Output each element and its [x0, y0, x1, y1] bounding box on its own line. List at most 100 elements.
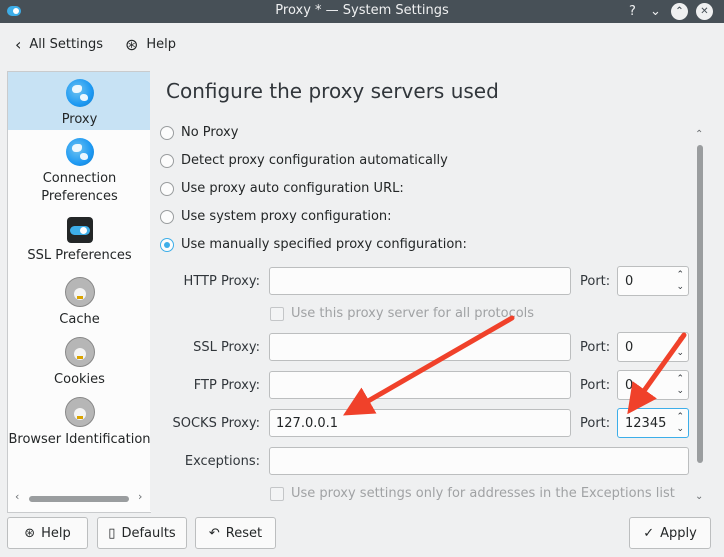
spin-arrows-icon[interactable]: ⌃ ⌄ — [676, 411, 684, 435]
ssl-port-spinbox[interactable]: 0 ⌃ ⌄ — [617, 332, 689, 362]
spin-arrows-icon[interactable]: ⌃ ⌄ — [676, 335, 684, 359]
radio-button[interactable] — [160, 125, 174, 140]
globe-icon — [65, 138, 94, 166]
maximize-icon[interactable]: ⌃ — [671, 3, 688, 20]
scroll-right-icon[interactable]: › — [138, 490, 142, 503]
sidebar-item-cache[interactable]: Cache — [8, 277, 151, 327]
radio-button[interactable] — [160, 181, 174, 196]
main-content: Configure the proxy servers used No Prox… — [150, 71, 716, 511]
radio-button[interactable] — [160, 153, 174, 168]
sidebar-item-browser-identification[interactable]: Browser Identification — [8, 397, 151, 447]
page-title: Configure the proxy servers used — [166, 79, 499, 103]
close-icon[interactable]: ✕ — [696, 3, 713, 20]
defaults-icon: ▯ — [108, 525, 116, 541]
ftp-port-label: Port: — [580, 378, 611, 393]
ssl-proxy-label: SSL Proxy: — [193, 340, 260, 355]
radio-detect-auto[interactable]: Detect proxy configuration automatically — [160, 153, 448, 168]
http-port-spinbox[interactable]: 0 ⌃ ⌄ — [617, 266, 689, 296]
exceptions-only-checkbox[interactable]: Use proxy settings only for addresses in… — [270, 486, 675, 501]
defaults-button-label: Defaults — [121, 525, 176, 541]
check-icon: ✓ — [643, 525, 655, 541]
sidebar-item-cookies[interactable]: Cookies — [8, 337, 151, 387]
exceptions-input[interactable] — [269, 447, 689, 475]
sidebar-item-label: Cache — [59, 312, 100, 327]
use-all-protocols-checkbox[interactable]: Use this proxy server for all protocols — [270, 306, 534, 321]
radio-button[interactable] — [160, 237, 174, 252]
radio-auto-config-url[interactable]: Use proxy auto configuration URL: — [160, 181, 404, 196]
radio-label: No Proxy — [181, 125, 239, 140]
radio-label: Use proxy auto configuration URL: — [181, 181, 404, 196]
sidebar-item-label: Connection Preferences — [41, 171, 118, 204]
scrollbar-thumb[interactable] — [29, 496, 129, 502]
checkbox[interactable] — [270, 306, 284, 321]
sidebar-item-label: Cookies — [54, 372, 105, 387]
scroll-down-icon[interactable]: ⌄ — [695, 491, 703, 502]
content-vertical-scrollbar[interactable]: ⌃ ⌄ — [692, 129, 708, 507]
http-proxy-input[interactable] — [269, 267, 571, 295]
ssl-port-label: Port: — [580, 340, 611, 355]
radio-system-config[interactable]: Use system proxy configuration: — [160, 209, 392, 224]
ftp-port-value: 0 — [625, 378, 634, 393]
exceptions-label: Exceptions: — [184, 454, 260, 469]
sidebar-horizontal-scrollbar[interactable]: ‹ › — [8, 490, 151, 506]
button-bar: ⊛ Help ▯ Defaults ↶ Reset ✓ Apply — [0, 511, 724, 557]
title-bar: Proxy * — System Settings ? ⌄ ⌃ ✕ — [0, 0, 724, 23]
spin-arrows-icon[interactable]: ⌃ ⌄ — [676, 373, 684, 397]
lifebuoy-icon: ⊛ — [24, 525, 36, 541]
globe-icon — [65, 79, 94, 107]
http-port-value: 0 — [625, 274, 634, 289]
lifebuoy-icon: ⊛ — [125, 35, 139, 54]
checkbox-label: Use proxy settings only for addresses in… — [291, 486, 675, 501]
all-settings-label: All Settings — [29, 37, 103, 52]
reset-button[interactable]: ↶ Reset — [195, 517, 276, 549]
apply-button-label: Apply — [660, 525, 697, 541]
ssl-port-value: 0 — [625, 340, 634, 355]
sidebar-item-proxy[interactable]: Proxy — [8, 72, 151, 130]
checkbox-label: Use this proxy server for all protocols — [291, 306, 535, 321]
ftp-port-spinbox[interactable]: 0 ⌃ ⌄ — [617, 370, 689, 400]
konqi-icon — [64, 337, 95, 367]
sidebar-item-ssl-preferences[interactable]: SSL Preferences — [8, 217, 151, 267]
socks-proxy-input[interactable]: 127.0.0.1 — [269, 409, 571, 437]
sidebar-item-label: Browser Identification — [8, 432, 151, 447]
konqi-icon — [64, 277, 95, 307]
konqi-icon — [64, 397, 95, 427]
toggle-icon — [66, 217, 93, 243]
radio-no-proxy[interactable]: No Proxy — [160, 125, 238, 140]
back-icon: ‹ — [15, 35, 22, 54]
socks-port-label: Port: — [580, 416, 611, 431]
apply-button[interactable]: ✓ Apply — [629, 517, 711, 549]
minimize-icon[interactable]: ⌄ — [647, 3, 664, 20]
checkbox[interactable] — [270, 486, 284, 501]
defaults-button[interactable]: ▯ Defaults — [97, 517, 187, 549]
all-settings-button[interactable]: ‹ All Settings — [15, 35, 103, 54]
socks-port-value: 12345 — [625, 416, 667, 431]
toolbar-help-button[interactable]: ⊛ Help — [125, 35, 176, 54]
help-icon[interactable]: ? — [624, 3, 641, 20]
reset-button-label: Reset — [225, 525, 263, 541]
sidebar-item-label: Proxy — [61, 112, 98, 127]
http-port-label: Port: — [580, 274, 611, 289]
radio-label: Use system proxy configuration: — [181, 209, 392, 224]
scrollbar-thumb[interactable] — [697, 145, 703, 463]
radio-manual-config[interactable]: Use manually specified proxy configurati… — [160, 237, 467, 252]
radio-label: Detect proxy configuration automatically — [181, 153, 448, 168]
scroll-up-icon[interactable]: ⌃ — [695, 129, 703, 140]
toolbar-help-label: Help — [146, 37, 177, 52]
ftp-proxy-label: FTP Proxy: — [193, 378, 260, 393]
reset-icon: ↶ — [208, 525, 220, 541]
radio-button[interactable] — [160, 209, 174, 224]
socks-proxy-label: SOCKS Proxy: — [172, 416, 260, 431]
help-button-label: Help — [41, 525, 71, 541]
scroll-left-icon[interactable]: ‹ — [15, 490, 19, 503]
help-button[interactable]: ⊛ Help — [7, 517, 88, 549]
ssl-proxy-input[interactable] — [269, 333, 571, 361]
socks-port-spinbox[interactable]: 12345 ⌃ ⌄ — [617, 408, 689, 438]
sidebar-item-label: SSL Preferences — [27, 248, 132, 263]
spin-arrows-icon[interactable]: ⌃ ⌄ — [676, 269, 684, 293]
ftp-proxy-input[interactable] — [269, 371, 571, 399]
http-proxy-label: HTTP Proxy: — [183, 274, 260, 289]
window-title: Proxy * — System Settings — [275, 3, 449, 18]
sidebar-item-connection-preferences[interactable]: Connection Preferences — [8, 138, 151, 204]
toolbar: ‹ All Settings ⊛ Help — [0, 23, 724, 67]
